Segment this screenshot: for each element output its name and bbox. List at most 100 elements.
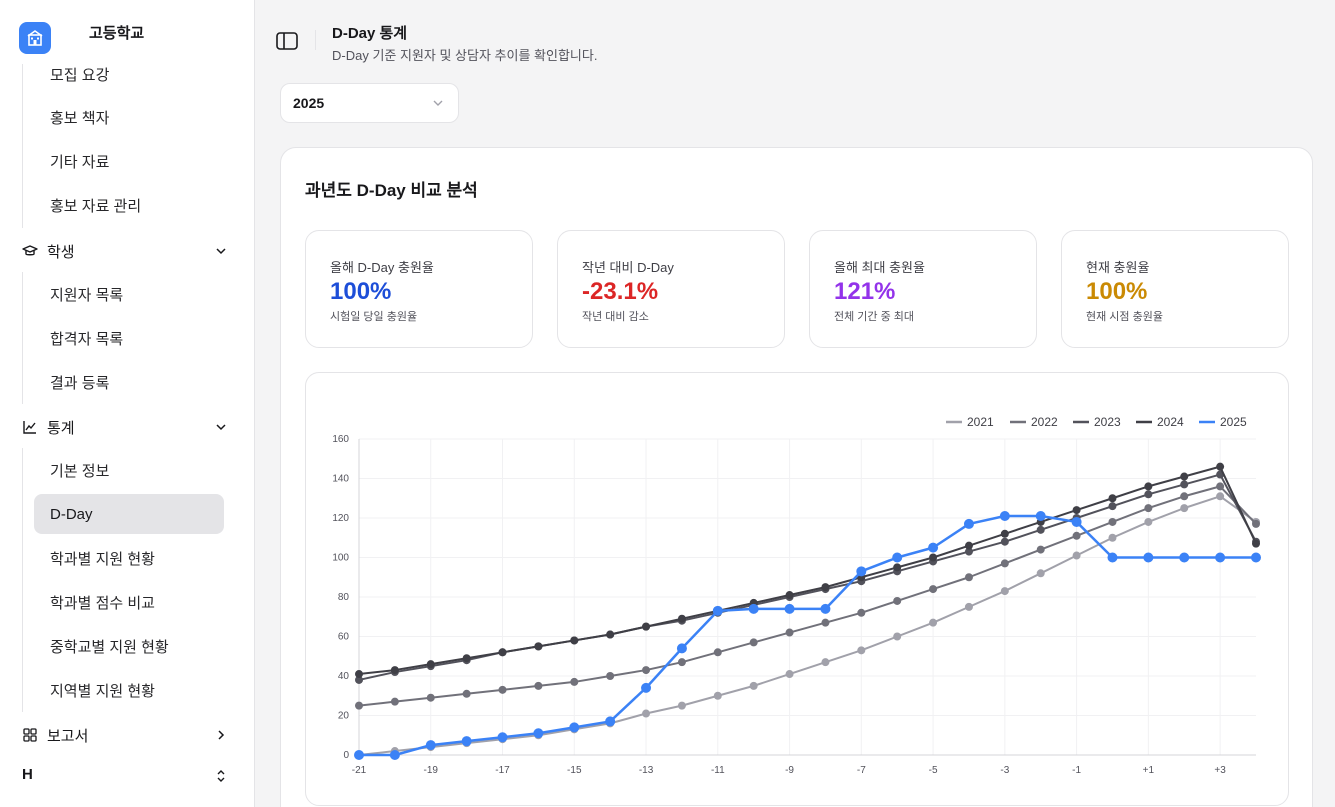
data-point-2025 — [928, 542, 939, 553]
data-point-2022 — [785, 628, 794, 637]
data-point-2023 — [1000, 537, 1009, 546]
sidebar-item-dept-score[interactable]: 학과별 점수 비교 — [34, 582, 224, 622]
data-point-2022 — [498, 685, 507, 694]
data-point-2024 — [1000, 529, 1009, 538]
chevron-down-icon — [216, 248, 226, 255]
data-point-2024 — [1144, 482, 1153, 491]
student-sub-list: 지원자 목록 합격자 목록 결과 등록 — [22, 272, 123, 404]
year-select-value: 2025 — [293, 95, 325, 111]
series-line-2021 — [358, 495, 1257, 756]
data-point-2022 — [821, 618, 830, 627]
brand[interactable]: 고등학교 — [19, 22, 144, 54]
data-point-2023 — [1036, 525, 1045, 534]
data-point-2025 — [1035, 511, 1046, 522]
data-point-2025 — [569, 722, 580, 733]
year-select[interactable]: 2025 — [280, 83, 459, 123]
data-point-2025 — [1143, 552, 1154, 563]
sidebar-item-brochure[interactable]: 홍보 책자 — [34, 97, 224, 137]
sidebar-group-student-label: 학생 — [47, 243, 75, 261]
stat-card-max-rate: 올해 최대 충원율 121% 전체 기간 중 최대 — [809, 230, 1037, 348]
data-point-2022 — [1216, 482, 1225, 491]
x-tick-label: -19 — [424, 765, 439, 776]
data-point-2025 — [712, 605, 723, 616]
data-point-2024 — [1072, 506, 1081, 515]
sidebar-group-stats[interactable]: 통계 — [22, 413, 234, 441]
user-menu[interactable]: H — [22, 760, 234, 788]
data-point-2025 — [963, 518, 974, 529]
stat-desc: 시험일 당일 충원율 — [330, 311, 418, 323]
sidebar-item-region[interactable]: 지역별 지원 현황 — [34, 670, 224, 710]
sidebar-item-basic-info[interactable]: 기본 정보 — [34, 450, 224, 490]
data-point-2021 — [929, 618, 938, 627]
sidebar-item-recruit-guide[interactable]: 모집 요강 — [34, 64, 224, 94]
series-line-2024 — [358, 465, 1257, 676]
sidebar-nav[interactable]: 모집 요강 홍보 책자 기타 자료 홍보 자료 관리 학생 지원자 목록 합격자… — [0, 64, 254, 807]
user-initial: H — [22, 765, 33, 783]
data-point-2025 — [533, 728, 544, 739]
data-point-2021 — [893, 632, 902, 641]
sidebar-item-result-register[interactable]: 결과 등록 — [34, 362, 224, 402]
data-point-2024 — [929, 553, 938, 562]
y-tick-label: 100 — [332, 553, 349, 564]
sidebar-item-dday[interactable]: D-Day — [34, 494, 224, 534]
data-point-2025 — [999, 511, 1010, 522]
stats-sub-list: 기본 정보 D-Day 학과별 지원 현황 학과별 점수 비교 중학교별 지원 … — [22, 448, 224, 712]
page-header: D-Day 통계 D-Day 기준 지원자 및 상담자 추이를 확인합니다. — [255, 0, 1335, 75]
y-tick-label: 40 — [338, 671, 350, 682]
data-point-2023 — [1144, 490, 1153, 499]
graduation-cap-icon — [22, 243, 38, 259]
y-tick-label: 140 — [332, 474, 349, 485]
sidebar-toggle-icon[interactable] — [275, 30, 299, 52]
data-point-2025 — [820, 603, 831, 614]
page-title: D-Day 통계 — [332, 25, 408, 42]
stat-desc: 작년 대비 감소 — [582, 311, 649, 323]
sidebar-item-other-materials[interactable]: 기타 자료 — [34, 141, 224, 181]
data-point-2024 — [570, 636, 579, 645]
data-point-2022 — [534, 681, 543, 690]
data-point-2025 — [389, 750, 400, 760]
data-point-2024 — [498, 648, 507, 657]
data-point-2025 — [748, 603, 759, 614]
y-tick-label: 60 — [338, 632, 350, 643]
chevrons-up-down-icon — [217, 770, 225, 782]
sidebar-group-student[interactable]: 학생 — [22, 237, 234, 265]
data-point-2022 — [462, 689, 471, 698]
sidebar-item-applicants[interactable]: 지원자 목록 — [34, 274, 224, 314]
data-point-2021 — [1144, 517, 1153, 526]
data-point-2021 — [857, 646, 866, 655]
data-point-2022 — [606, 672, 615, 680]
data-point-2024 — [1108, 494, 1117, 503]
data-point-2025 — [461, 736, 472, 747]
sidebar-item-promo-management[interactable]: 홍보 자료 관리 — [34, 185, 224, 225]
data-point-2025 — [1179, 552, 1190, 563]
data-point-2022 — [1180, 492, 1189, 501]
x-tick-label: -9 — [785, 765, 794, 776]
data-point-2021 — [1036, 569, 1045, 578]
data-point-2025 — [856, 566, 867, 577]
x-tick-label: -1 — [1072, 765, 1081, 776]
sidebar-item-accepted[interactable]: 합격자 목록 — [34, 318, 224, 358]
data-point-2025 — [1215, 552, 1226, 563]
x-tick-label: -13 — [639, 765, 654, 776]
dday-line-chart: 0 20 40 60 80 100 120 140 160 -21 -19 -17 -15 -13 -11 -… — [305, 372, 1289, 806]
data-point-2023 — [1108, 502, 1117, 511]
chevron-right-icon — [218, 730, 225, 740]
stat-card-vs-last-year: 작년 대비 D-Day -23.1% 작년 대비 감소 — [557, 230, 785, 348]
stat-label: 올해 최대 충원율 — [834, 260, 925, 275]
data-point-2022 — [426, 693, 435, 702]
stat-label: 작년 대비 D-Day — [582, 260, 674, 275]
data-point-2022 — [1252, 519, 1260, 528]
y-tick-label: 80 — [338, 592, 350, 603]
data-point-2022 — [570, 677, 579, 686]
x-tick-label: -15 — [567, 765, 582, 776]
sidebar-item-middle-school[interactable]: 중학교별 지원 현황 — [34, 626, 224, 666]
stat-value: 100% — [1086, 278, 1148, 305]
data-point-2024 — [821, 583, 830, 592]
data-point-2022 — [713, 648, 722, 657]
sidebar-group-report[interactable]: 보고서 — [22, 721, 234, 749]
sidebar-item-dept-application[interactable]: 학과별 지원 현황 — [34, 538, 224, 578]
series-line-2022 — [358, 485, 1257, 707]
legend-label-2024: 2024 — [1157, 415, 1184, 429]
data-point-2024 — [390, 666, 399, 675]
y-tick-label: 120 — [332, 513, 349, 524]
